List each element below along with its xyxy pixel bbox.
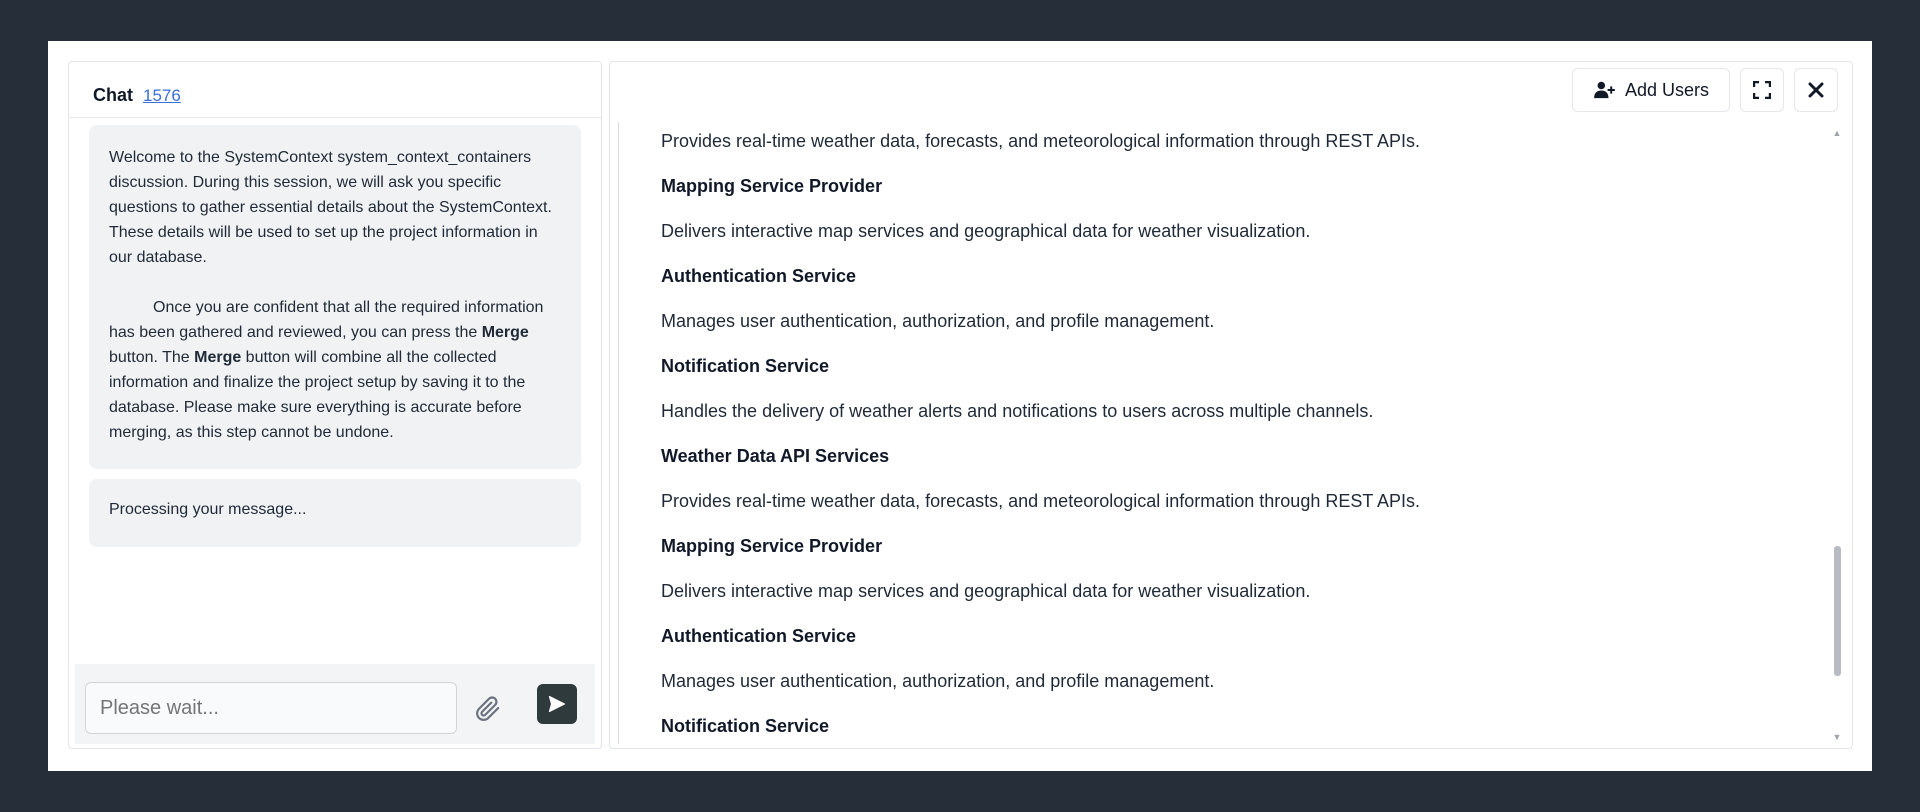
close-button[interactable] [1794, 68, 1838, 112]
add-users-button[interactable]: Add Users [1572, 68, 1730, 112]
chat-modal: Chat 1576 Welcome to the SystemContext s… [48, 41, 1872, 771]
doc-text: Handles the delivery of weather alerts a… [661, 401, 1374, 421]
document-content: Provides real-time weather data, forecas… [618, 122, 1830, 744]
expand-icon [1753, 81, 1771, 99]
doc-heading: Mapping Service Provider [661, 176, 883, 196]
doc-heading: Weather Data API Services [661, 446, 890, 466]
processing-message: Processing your message... [89, 479, 581, 547]
send-icon [548, 695, 566, 713]
doc-text: Manages user authentication, authorizati… [661, 671, 1215, 691]
paperclip-icon [476, 696, 500, 721]
doc-heading: Authentication Service [661, 626, 857, 646]
merge-word: Merge [194, 349, 242, 366]
chat-panel: Chat 1576 Welcome to the SystemContext s… [68, 61, 602, 749]
add-users-label: Add Users [1624, 79, 1710, 100]
doc-heading: Notification Service [661, 716, 830, 736]
chat-id-link[interactable]: 1576 [143, 86, 181, 106]
processing-text: Processing your message... [109, 501, 307, 518]
attach-button[interactable] [471, 692, 505, 726]
doc-heading: Notification Service [661, 356, 830, 376]
chat-input[interactable] [85, 682, 457, 734]
doc-heading: Mapping Service Provider [661, 536, 883, 556]
doc-text: Provides real-time weather data, forecas… [661, 131, 1421, 151]
scroll-up-arrow[interactable]: ▲ [1832, 128, 1842, 138]
doc-text: Delivers interactive map services and ge… [661, 221, 1311, 241]
chat-input-bar [75, 664, 595, 744]
scroll-thumb[interactable] [1834, 546, 1841, 676]
chat-header: Chat 1576 [69, 62, 601, 118]
merge-word: Merge [481, 324, 529, 341]
doc-text: Provides real-time weather data, forecas… [661, 491, 1421, 511]
welcome-paragraph-2: Once you are confident that all the requ… [109, 299, 544, 441]
chat-title: Chat [93, 85, 133, 105]
panel-toolbar: Add Users [1572, 68, 1838, 112]
doc-text: Delivers interactive map services and ge… [661, 581, 1311, 601]
close-icon [1808, 82, 1824, 98]
doc-text: Manages user authentication, authorizati… [661, 311, 1215, 331]
user-plus-icon [1594, 81, 1615, 99]
send-button[interactable] [537, 684, 577, 724]
document-scrollbar[interactable]: ▲ ▼ [1832, 128, 1842, 742]
welcome-message: Welcome to the SystemContext system_cont… [89, 125, 581, 469]
welcome-paragraph-1: Welcome to the SystemContext system_cont… [109, 149, 552, 266]
scroll-down-arrow[interactable]: ▼ [1832, 732, 1842, 742]
document-panel: Add Users Provides real-time weather dat… [609, 61, 1853, 749]
doc-heading: Authentication Service [661, 266, 857, 286]
expand-button[interactable] [1740, 68, 1784, 112]
